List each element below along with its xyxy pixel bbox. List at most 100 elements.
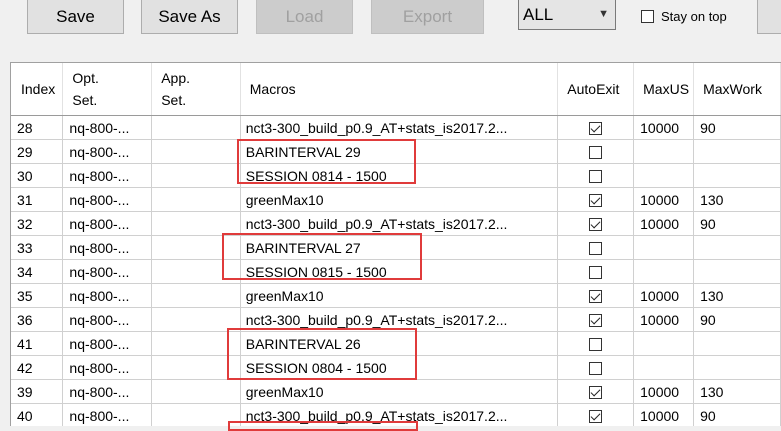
cell-opt-set[interactable]: nq-800-... xyxy=(62,115,153,140)
export-button[interactable]: Export xyxy=(371,0,484,34)
autoexit-checkbox[interactable] xyxy=(589,170,603,184)
cell-maxus[interactable] xyxy=(633,259,695,284)
autoexit-checkbox[interactable] xyxy=(589,314,603,328)
cell-maxwork[interactable]: 130 xyxy=(693,283,781,308)
cell-autoexit[interactable] xyxy=(557,235,635,260)
cell-autoexit[interactable] xyxy=(557,139,635,164)
filter-select[interactable]: ALL ▼ xyxy=(518,0,616,30)
cell-index[interactable]: 29 xyxy=(11,139,64,164)
autoexit-checkbox[interactable] xyxy=(589,362,603,376)
cell-index[interactable]: 31 xyxy=(11,187,64,212)
cell-maxwork[interactable]: 130 xyxy=(693,187,781,212)
header-app-set[interactable]: App. Set. xyxy=(151,63,241,116)
cell-autoexit[interactable] xyxy=(557,211,635,236)
cell-macro[interactable]: BARINTERVAL 29 xyxy=(240,139,559,164)
stay-on-top-checkbox[interactable] xyxy=(641,10,654,23)
table-row[interactable]: 36 nq-800-... nct3-300_build_p0.9_AT+stats… xyxy=(11,307,781,332)
header-opt-set[interactable]: Opt. Set. xyxy=(62,63,153,116)
cell-index[interactable]: 39 xyxy=(11,379,64,404)
cell-macro[interactable]: nct3-300_build_p0.9_AT+stats_is2017.2... xyxy=(240,211,559,236)
header-maxwork[interactable]: MaxWork xyxy=(693,63,781,116)
cell-opt-set[interactable]: nq-800-... xyxy=(62,379,153,404)
cell-app-set[interactable] xyxy=(151,235,241,260)
cell-autoexit[interactable] xyxy=(557,403,635,426)
cell-opt-set[interactable]: nq-800-... xyxy=(62,403,153,426)
cell-maxwork[interactable] xyxy=(693,235,781,260)
cell-maxwork[interactable]: 90 xyxy=(693,403,781,426)
cell-index[interactable]: 42 xyxy=(11,355,64,380)
cell-app-set[interactable] xyxy=(151,211,241,236)
cell-index[interactable]: 28 xyxy=(11,115,64,140)
autoexit-checkbox[interactable] xyxy=(589,122,603,136)
cell-app-set[interactable] xyxy=(151,355,241,380)
cell-autoexit[interactable] xyxy=(557,163,635,188)
cell-maxus[interactable]: 10000 xyxy=(633,211,695,236)
cell-index[interactable]: 40 xyxy=(11,403,64,426)
cell-app-set[interactable] xyxy=(151,163,241,188)
cell-app-set[interactable] xyxy=(151,187,241,212)
table-row[interactable]: 28 nq-800-... nct3-300_build_p0.9_AT+stats… xyxy=(11,115,781,140)
cell-maxus[interactable]: 10000 xyxy=(633,307,695,332)
cell-opt-set[interactable]: nq-800-... xyxy=(62,331,153,356)
table-row[interactable]: 29 nq-800-... BARINTERVAL 29 xyxy=(11,139,781,164)
cell-maxwork[interactable] xyxy=(693,259,781,284)
table-row[interactable]: 41 nq-800-... BARINTERVAL 26 xyxy=(11,331,781,356)
cell-app-set[interactable] xyxy=(151,379,241,404)
cell-autoexit[interactable] xyxy=(557,331,635,356)
cell-maxus[interactable]: 10000 xyxy=(633,115,695,140)
cell-app-set[interactable] xyxy=(151,115,241,140)
table-row[interactable]: 32 nq-800-... nct3-300_build_p0.9_AT+stats… xyxy=(11,211,781,236)
cell-index[interactable]: 36 xyxy=(11,307,64,332)
stay-on-top-toggle[interactable]: Stay on top xyxy=(641,9,727,24)
cell-app-set[interactable] xyxy=(151,259,241,284)
table-row[interactable]: 33 nq-800-... BARINTERVAL 27 xyxy=(11,235,781,260)
cell-index[interactable]: 32 xyxy=(11,211,64,236)
cell-maxus[interactable] xyxy=(633,163,695,188)
cell-maxus[interactable] xyxy=(633,331,695,356)
cell-maxwork[interactable] xyxy=(693,163,781,188)
cell-app-set[interactable] xyxy=(151,307,241,332)
toolbar-button-partial[interactable] xyxy=(757,0,781,34)
table-row[interactable]: 31 nq-800-... greenMax10 10000 130 xyxy=(11,187,781,212)
autoexit-checkbox[interactable] xyxy=(589,410,603,424)
cell-macro[interactable]: SESSION 0814 - 1500 xyxy=(240,163,559,188)
header-macros[interactable]: Macros xyxy=(240,63,559,116)
cell-maxus[interactable]: 10000 xyxy=(633,187,695,212)
cell-autoexit[interactable] xyxy=(557,379,635,404)
cell-opt-set[interactable]: nq-800-... xyxy=(62,355,153,380)
autoexit-checkbox[interactable] xyxy=(589,386,603,400)
macro-grid[interactable]: Index Opt. Set. App. Set. Macros AutoExit Max… xyxy=(10,62,781,426)
table-row[interactable]: 30 nq-800-... SESSION 0814 - 1500 xyxy=(11,163,781,188)
table-row[interactable]: 40 nq-800-... nct3-300_build_p0.9_AT+stats… xyxy=(11,403,781,426)
cell-index[interactable]: 34 xyxy=(11,259,64,284)
autoexit-checkbox[interactable] xyxy=(589,290,603,304)
cell-maxwork[interactable]: 90 xyxy=(693,211,781,236)
cell-index[interactable]: 33 xyxy=(11,235,64,260)
save-as-button[interactable]: Save As xyxy=(141,0,238,34)
cell-app-set[interactable] xyxy=(151,139,241,164)
autoexit-checkbox[interactable] xyxy=(589,266,603,280)
cell-autoexit[interactable] xyxy=(557,115,635,140)
cell-maxwork[interactable]: 130 xyxy=(693,379,781,404)
header-maxus[interactable]: MaxUS xyxy=(633,63,695,116)
cell-index[interactable]: 35 xyxy=(11,283,64,308)
autoexit-checkbox[interactable] xyxy=(589,146,603,160)
cell-maxus[interactable] xyxy=(633,235,695,260)
cell-opt-set[interactable]: nq-800-... xyxy=(62,259,153,284)
table-row[interactable]: 42 nq-800-... SESSION 0804 - 1500 xyxy=(11,355,781,380)
cell-index[interactable]: 41 xyxy=(11,331,64,356)
cell-maxus[interactable]: 10000 xyxy=(633,379,695,404)
cell-maxwork[interactable]: 90 xyxy=(693,307,781,332)
cell-opt-set[interactable]: nq-800-... xyxy=(62,235,153,260)
cell-maxwork[interactable]: 90 xyxy=(693,115,781,140)
cell-autoexit[interactable] xyxy=(557,259,635,284)
cell-macro[interactable]: SESSION 0804 - 1500 xyxy=(240,355,559,380)
autoexit-checkbox[interactable] xyxy=(589,338,603,352)
cell-opt-set[interactable]: nq-800-... xyxy=(62,163,153,188)
autoexit-checkbox[interactable] xyxy=(589,218,603,232)
cell-macro[interactable]: nct3-300_build_p0.9_AT+stats_is2017.2... xyxy=(240,403,559,426)
cell-maxwork[interactable] xyxy=(693,139,781,164)
cell-autoexit[interactable] xyxy=(557,283,635,308)
table-row[interactable]: 35 nq-800-... greenMax10 10000 130 xyxy=(11,283,781,308)
cell-macro[interactable]: SESSION 0815 - 1500 xyxy=(240,259,559,284)
